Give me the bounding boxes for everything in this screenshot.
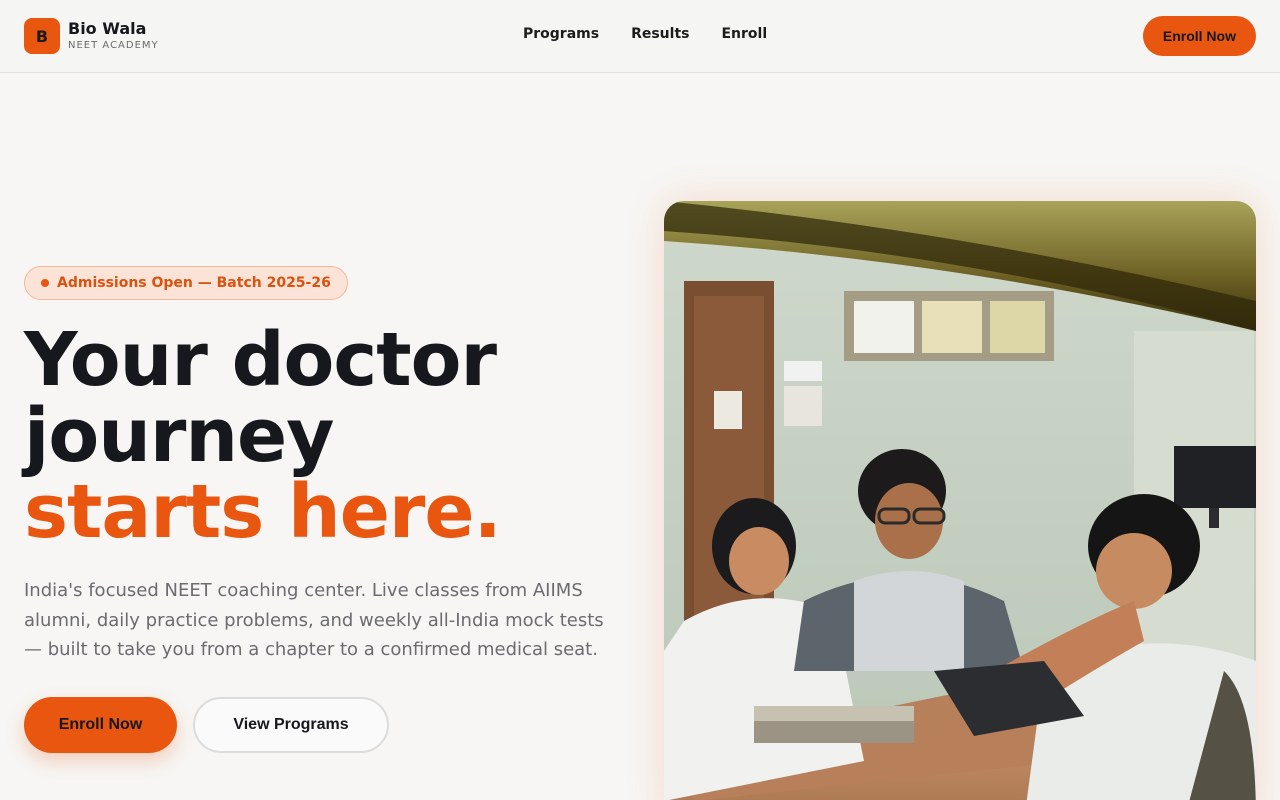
brand-tagline: NEET ACADEMY	[68, 40, 159, 51]
nav-link-enroll[interactable]: Enroll	[721, 26, 767, 42]
headline-accent: starts here.	[24, 469, 502, 555]
hero-photo	[664, 201, 1256, 800]
hero-headline: Your doctor journey starts here.	[24, 322, 624, 550]
nav-link-results[interactable]: Results	[631, 26, 689, 42]
view-programs-button[interactable]: View Programs	[193, 696, 389, 753]
headline-line-2: journey	[24, 393, 335, 479]
header-enroll-button[interactable]: Enroll Now	[1142, 16, 1256, 56]
hero-cta-row: Enroll Now View Programs	[24, 696, 624, 753]
logo-mark: B	[24, 18, 60, 54]
hero-description: India's focused NEET coaching center. Li…	[24, 580, 604, 660]
admissions-badge: Admissions Open — Batch 2025-26	[24, 266, 348, 300]
main-nav: Programs Results Enroll	[523, 26, 799, 42]
enroll-now-button[interactable]: Enroll Now	[24, 696, 177, 753]
hero-section: Admissions Open — Batch 2025-26 Your doc…	[24, 266, 624, 753]
badge-label: Admissions Open — Batch 2025-26	[57, 275, 331, 291]
site-header: B Bio Wala NEET ACADEMY Programs Results…	[0, 0, 1280, 73]
brand-name: Bio Wala	[68, 19, 147, 38]
headline-line-1: Your doctor	[24, 317, 497, 403]
nav-link-programs[interactable]: Programs	[523, 26, 599, 42]
badge-dot-icon	[41, 279, 49, 287]
logo-text: Bio Wala NEET ACADEMY	[68, 21, 159, 51]
brand-logo[interactable]: B Bio Wala NEET ACADEMY	[24, 18, 159, 54]
